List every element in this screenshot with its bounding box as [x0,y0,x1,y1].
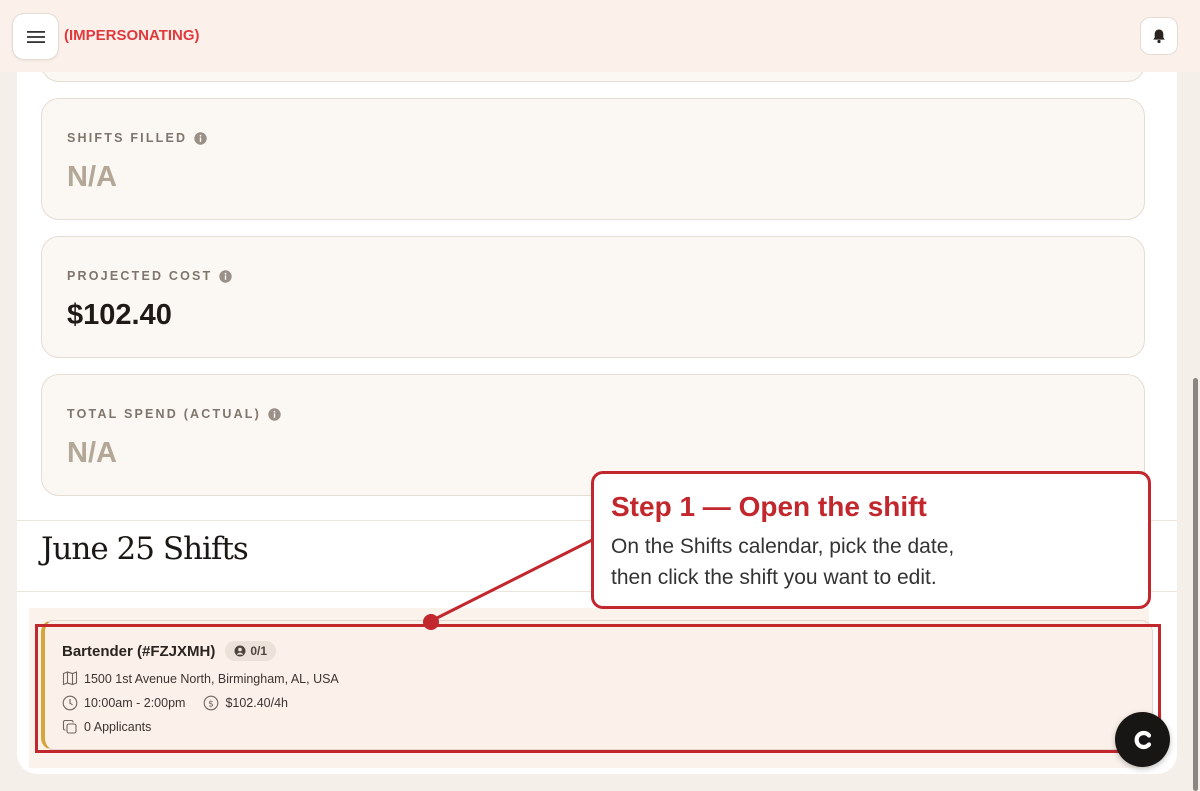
menu-icon [26,30,45,43]
stat-label-text: PROJECTED COST [67,269,213,283]
impersonating-label: (IMPERSONATING) [64,27,200,44]
top-bar: (IMPERSONATING) [0,0,1200,72]
bell-icon [1153,29,1165,44]
stat-label-text: TOTAL SPEND (ACTUAL) [67,407,261,421]
stat-value-shifts-filled: N/A [67,161,117,193]
page-scrollbar[interactable] [1193,378,1198,791]
stat-value-total-spend: N/A [67,437,117,469]
notifications-button[interactable] [1140,17,1178,55]
stat-label-text: SHIFTS FILLED [67,131,188,145]
annotation-line-2: then click the shift you want to edit. [611,566,937,589]
annotation-callout: Step 1 — Open the shift On the Shifts ca… [591,471,1151,609]
chat-button[interactable] [1115,712,1170,767]
stat-label-total-spend: TOTAL SPEND (ACTUAL) [67,407,281,421]
info-icon[interactable] [194,131,207,145]
hamburger-menu-button[interactable] [12,13,59,60]
info-icon[interactable] [219,269,233,283]
shifts-section-title: June 25 Shifts [41,531,249,567]
stat-card-shifts-filled: SHIFTS FILLED N/A [41,98,1145,220]
stat-label-shifts-filled: SHIFTS FILLED [67,131,207,145]
stat-card-projected-cost: PROJECTED COST $102.40 [41,236,1145,358]
info-icon[interactable] [268,407,281,421]
stat-label-projected-cost: PROJECTED COST [67,269,233,283]
stat-value-projected-cost: $102.40 [67,299,172,331]
annotation-title: Step 1 — Open the shift [611,491,927,522]
shift-highlight-box [35,624,1161,753]
annotation-line-1: On the Shifts calendar, pick the date, [611,535,955,558]
chat-logo-icon [1134,730,1151,749]
